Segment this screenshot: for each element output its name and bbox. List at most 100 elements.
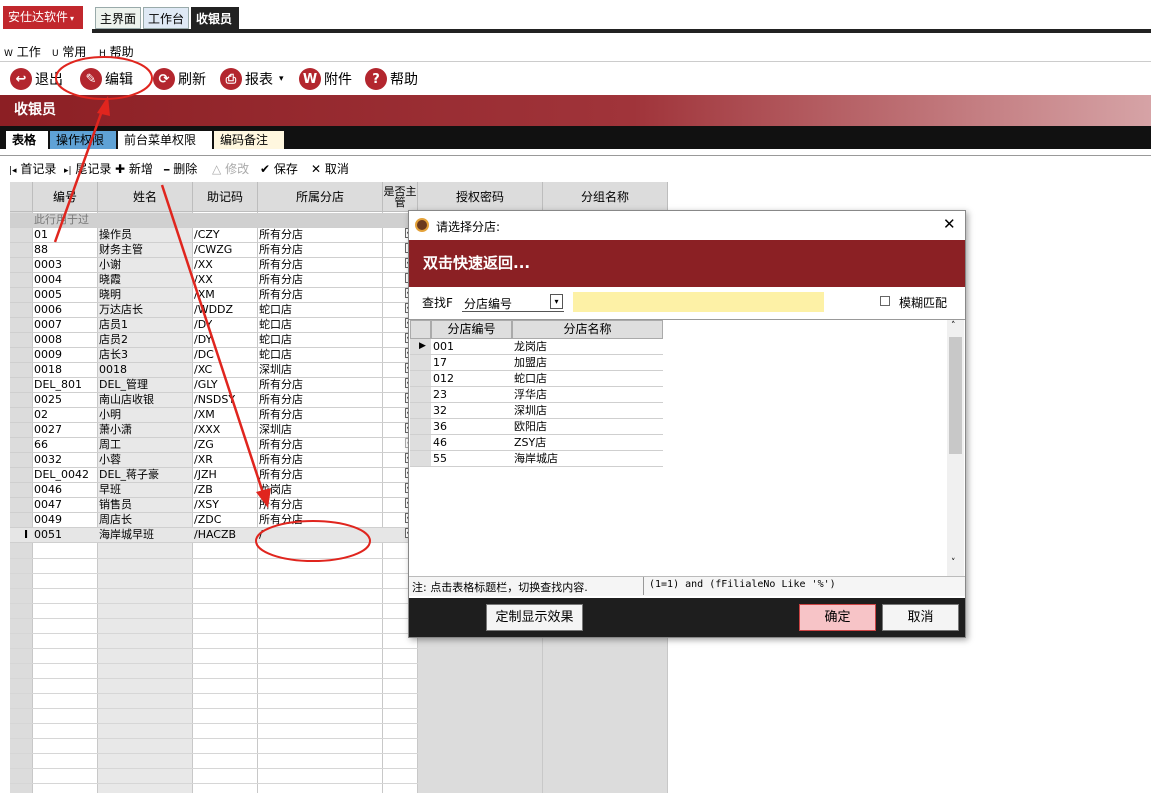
- column-header[interactable]: 授权密码: [418, 182, 543, 212]
- table-row[interactable]: 00180018/XC深圳店✔: [10, 363, 418, 378]
- brand-menu-button[interactable]: 安仕达软件 ▾: [3, 6, 83, 29]
- attachment-button[interactable]: W 附件: [299, 66, 352, 92]
- cell-store: 所有分店: [259, 228, 303, 241]
- menu-key: H: [99, 49, 106, 59]
- cell-name: 南山店收银: [99, 393, 154, 406]
- column-header[interactable]: 分店名称: [512, 320, 663, 339]
- store-row[interactable]: 36 欧阳店: [410, 419, 663, 435]
- modify-button[interactable]: △ 修改: [212, 160, 249, 177]
- column-header[interactable]: 分组名称: [543, 182, 668, 212]
- table-row[interactable]: 0004 晓霞/XX 所有分店: [10, 273, 418, 288]
- store-row[interactable]: 17 加盟店: [410, 355, 663, 371]
- cell-code: 0009: [34, 348, 62, 361]
- menu-work[interactable]: W 工作: [4, 43, 41, 60]
- column-header[interactable]: 所属分店: [258, 182, 383, 212]
- edit-icon: ✎: [80, 68, 102, 90]
- filter-hint: 此行用于过: [34, 213, 89, 226]
- menu-common[interactable]: U 常用: [52, 43, 86, 60]
- ok-button[interactable]: 确定: [799, 604, 876, 631]
- cell-store: 所有分店: [259, 393, 303, 406]
- add-button[interactable]: ✚ 新增: [115, 160, 153, 177]
- store-code: 32: [433, 404, 447, 417]
- delete-button[interactable]: ━ 删除: [164, 160, 197, 177]
- store-row[interactable]: 32 深圳店: [410, 403, 663, 419]
- scrollbar-thumb[interactable]: [949, 337, 962, 454]
- chevron-up-icon[interactable]: ˄: [951, 321, 956, 331]
- table-row[interactable]: 0046早班/ZB龙岗店✔: [10, 483, 418, 498]
- tab-operation-permission[interactable]: 操作权限: [50, 131, 116, 149]
- tab-main[interactable]: 主界面: [95, 7, 141, 29]
- store-name: 深圳店: [514, 404, 547, 417]
- store-row[interactable]: 012 蛇口店: [410, 371, 663, 387]
- cell-store: 所有分店: [259, 438, 303, 451]
- menu-label: 帮助: [109, 45, 134, 59]
- cell-store: 所有分店: [259, 408, 303, 421]
- table-row[interactable]: 0049周店长/ZDC所有分店✔: [10, 513, 418, 528]
- table-row[interactable]: 88 财务主管/CWZG 所有分店: [10, 243, 418, 258]
- find-field-select[interactable]: 分店编号 ▾: [462, 293, 564, 312]
- tab-menu-permission[interactable]: 前台菜单权限: [118, 131, 212, 149]
- store-row[interactable]: 55 海岸城店: [410, 451, 663, 467]
- column-header[interactable]: 分店编号: [431, 320, 512, 339]
- table-row[interactable]: 0027萧小潇/XXX深圳店✔: [10, 423, 418, 438]
- cell-mnemonic: /CWZG: [194, 243, 233, 256]
- cell-mnemonic: /XM: [194, 288, 215, 301]
- column-header[interactable]: 编号: [33, 182, 98, 212]
- exit-button[interactable]: ↩ 退出: [10, 66, 63, 92]
- table-row[interactable]: 0032小蓉/XR所有分店✔: [10, 453, 418, 468]
- store-name: 欧阳店: [514, 420, 547, 433]
- menu-label: 常用: [62, 45, 87, 59]
- edit-button[interactable]: ✎ 编辑: [80, 66, 133, 92]
- table-row[interactable]: DEL_801DEL_管理/GLY所有分店✔: [10, 378, 418, 393]
- cell-mnemonic: /XM: [194, 408, 215, 421]
- cell-store: 蛇口店: [259, 303, 292, 316]
- store-row[interactable]: 46 ZSY店: [410, 435, 663, 451]
- page-title: 收银员: [0, 95, 1151, 126]
- filter-row[interactable]: 此行用于过: [10, 213, 418, 228]
- tab-grid[interactable]: 表格: [6, 131, 48, 149]
- find-input[interactable]: [573, 292, 824, 312]
- cell-mnemonic: /ZG: [194, 438, 214, 451]
- close-icon[interactable]: ✕: [943, 215, 956, 233]
- table-row[interactable]: 02小明/XM所有分店✔: [10, 408, 418, 423]
- help-button[interactable]: ? 帮助: [365, 66, 418, 92]
- tab-code-notes[interactable]: 编码备注: [214, 131, 284, 149]
- cell-mnemonic: /XSY: [194, 498, 219, 511]
- last-record-button[interactable]: ▸| 尾记录: [64, 160, 111, 177]
- table-row[interactable]: DEL_0042DEL_蒋子豪/JZH所有分店✔: [10, 468, 418, 483]
- store-code: 012: [433, 372, 454, 385]
- table-row[interactable]: 0006万达店长/WDDZ蛇口店✔: [10, 303, 418, 318]
- table-row[interactable]: 0009店长3/DC蛇口店✔: [10, 348, 418, 363]
- column-header[interactable]: 是否主管: [383, 182, 418, 212]
- column-header[interactable]: 姓名: [98, 182, 193, 212]
- table-row[interactable]: 0003小谢/XX所有分店✔: [10, 258, 418, 273]
- scrollbar[interactable]: ˄ ˅: [947, 320, 964, 576]
- first-record-icon: |◂: [9, 166, 17, 176]
- store-row[interactable]: 23 浮华店: [410, 387, 663, 403]
- brand-label: 安仕达软件: [8, 10, 69, 24]
- cancel-button[interactable]: ✕ 取消: [311, 160, 349, 177]
- table-row[interactable]: 0005晓明/XM所有分店✔: [10, 288, 418, 303]
- store-row[interactable]: ▶ 001 龙岗店: [410, 339, 663, 355]
- store-code: 23: [433, 388, 447, 401]
- table-row[interactable]: 0047销售员/XSY所有分店✔: [10, 498, 418, 513]
- dialog-cancel-button[interactable]: 取消: [882, 604, 959, 631]
- store-code: 001: [433, 340, 454, 353]
- table-row[interactable]: 0008店员2/DY蛇口店✔: [10, 333, 418, 348]
- customize-display-button[interactable]: 定制显示效果: [486, 604, 583, 631]
- chevron-down-icon[interactable]: ˅: [951, 558, 956, 568]
- report-button[interactable]: ⎙ 报表 ▾: [220, 66, 284, 92]
- fuzzy-match-checkbox[interactable]: [880, 296, 890, 306]
- table-row[interactable]: 66周工/ZG所有分店✔: [10, 438, 418, 453]
- column-header[interactable]: 助记码: [193, 182, 258, 212]
- table-row[interactable]: 0025南山店收银/NSDSY所有分店✔: [10, 393, 418, 408]
- table-row[interactable]: 0007店员1/DY蛇口店✔: [10, 318, 418, 333]
- first-record-button[interactable]: |◂ 首记录: [9, 160, 56, 177]
- tab-cashier[interactable]: 收银员: [191, 7, 239, 29]
- save-button[interactable]: ✔ 保存: [260, 160, 298, 177]
- tab-workbench[interactable]: 工作台: [143, 7, 189, 29]
- table-row[interactable]: 01操作员/CZY所有分店✔: [10, 228, 418, 243]
- menu-help[interactable]: H 帮助: [99, 43, 134, 60]
- refresh-button[interactable]: ⟳ 刷新: [153, 66, 206, 92]
- table-row[interactable]: 0051海岸城早班/HACZB/✔I: [10, 528, 418, 543]
